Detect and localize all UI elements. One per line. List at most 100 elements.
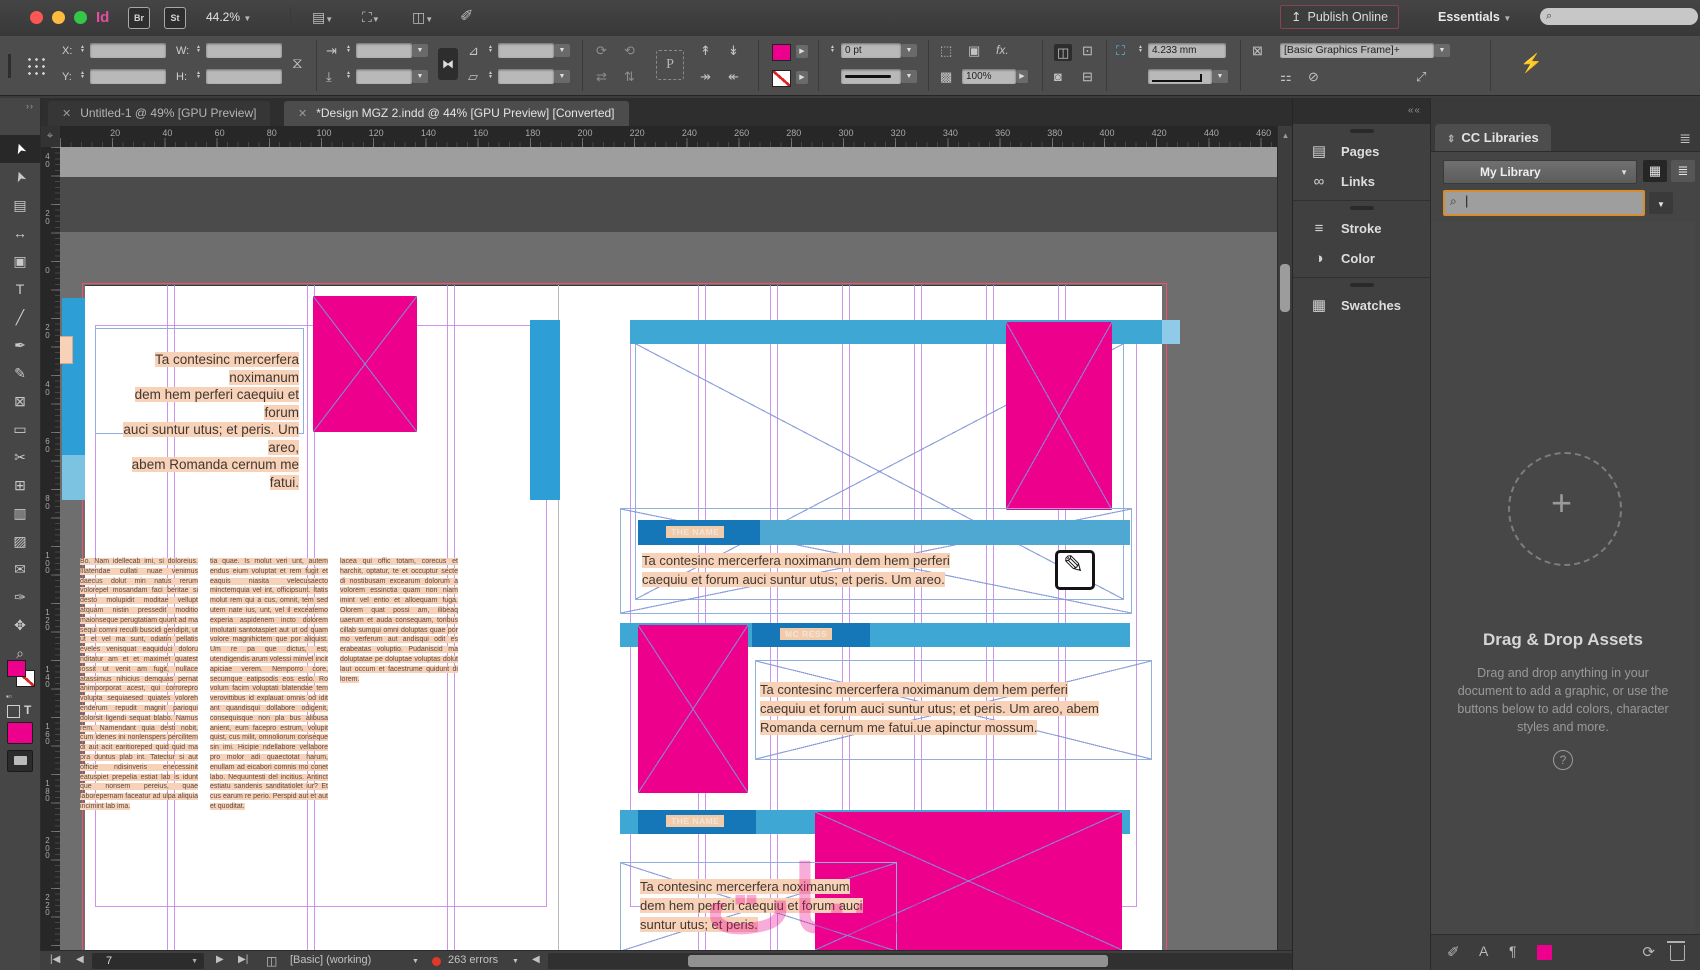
dock-item-links[interactable]: ∞Links <box>1293 166 1431 196</box>
close-icon[interactable]: ✕ <box>298 108 307 120</box>
pencil-tool[interactable]: ✎ <box>0 359 40 387</box>
maximize-window-button[interactable] <box>74 11 87 24</box>
object-effects-icon[interactable]: ▣ <box>968 44 980 57</box>
free-transform-tool[interactable]: ⊞ <box>0 471 40 499</box>
view-options-dropdown[interactable]: ▤▼ <box>312 10 333 24</box>
app-search-input[interactable]: ⌕ <box>1540 8 1698 25</box>
stroke-style-dropdown[interactable] <box>841 69 901 84</box>
effects-fx-icon[interactable]: fx. <box>996 44 1009 56</box>
fill-color-swatch[interactable] <box>772 44 791 61</box>
rectangle-tool[interactable]: ▭ <box>0 415 40 443</box>
panel-collapse-icon[interactable]: ⇕ <box>1447 134 1455 145</box>
rotate-ccw-icon[interactable]: ⟲ <box>624 44 635 57</box>
shear-stepper[interactable]: ▲▼ <box>486 69 495 86</box>
corner-shape-dropdown[interactable] <box>1148 69 1212 84</box>
flip-horizontal-icon[interactable]: ⇄ <box>596 70 607 83</box>
x-stepper[interactable]: ▲▼ <box>78 43 87 60</box>
screen-mode-button[interactable] <box>7 750 33 772</box>
eyedropper-tool[interactable]: ✑ <box>0 583 40 611</box>
shear-input[interactable] <box>498 69 554 84</box>
scale-y-dropdown[interactable]: ▼ <box>412 70 428 83</box>
cyan-sidebar-graphic-light[interactable] <box>62 455 85 500</box>
quick-apply-icon[interactable]: ⚡ <box>1520 54 1542 72</box>
shear-dropdown[interactable]: ▼ <box>554 70 570 83</box>
content-grabber-icon[interactable]: P <box>656 50 684 80</box>
cc-sync-icon[interactable]: ⟳ <box>1642 943 1655 961</box>
close-icon[interactable]: ✕ <box>62 108 71 120</box>
x-input[interactable] <box>90 43 166 58</box>
section1-name-bar-dark[interactable]: THE NAME <box>638 520 760 545</box>
close-window-button[interactable] <box>30 11 43 24</box>
scroll-left-arrow[interactable]: ◀ <box>532 954 540 965</box>
wrap-bounding-icon[interactable]: ⊡ <box>1082 44 1093 57</box>
ruler-origin[interactable]: ⌖ <box>40 126 61 148</box>
stroke-color-swatch[interactable] <box>772 70 791 87</box>
zoom-level-dropdown[interactable]: 44.2% ▼ <box>206 10 251 24</box>
dock-item-pages[interactable]: ▤Pages <box>1293 136 1431 166</box>
screen-mode-dropdown[interactable]: ⛶▼ <box>362 10 380 24</box>
stroke-color-dropdown[interactable]: ▶ <box>796 71 808 84</box>
fit-content-icon[interactable]: ↟ <box>700 44 711 57</box>
panel-options-icon[interactable]: ⤢ <box>1416 70 1426 83</box>
stroke-weight-input[interactable]: 0 pt <box>841 43 901 58</box>
body-text-column[interactable]: tia quae. Is molut veri unt, autem endus… <box>210 557 328 947</box>
cc-libraries-tab[interactable]: ⇕CC Libraries <box>1435 124 1551 151</box>
grid-view-button[interactable]: ▦ <box>1643 160 1667 182</box>
scale-x-input[interactable] <box>356 43 412 58</box>
document-tab-untitled[interactable]: ✕Untitled-1 @ 49% [GPU Preview] <box>48 101 270 126</box>
gpu-performance-icon[interactable]: ✐ <box>460 9 473 25</box>
image-placeholder-frame[interactable] <box>1006 322 1112 510</box>
search-scope-dropdown[interactable]: ▼ <box>1649 192 1673 214</box>
scissors-tool[interactable]: ✂ <box>0 443 40 471</box>
minimize-window-button[interactable] <box>52 11 65 24</box>
dock-item-color[interactable]: ◑Color <box>1293 243 1431 273</box>
drop-target-circle[interactable]: + <box>1508 452 1622 566</box>
default-fill-stroke-icon[interactable]: ▪▫ <box>6 692 12 701</box>
scale-y-stepper[interactable]: ▲▼ <box>344 69 353 86</box>
flip-vertical-icon[interactable]: ⇅ <box>624 70 635 83</box>
next-page-button[interactable]: ▶ <box>216 954 224 965</box>
first-page-button[interactable]: |◀ <box>50 954 60 965</box>
direct-selection-tool[interactable]: ➤ <box>0 163 40 191</box>
previous-page-button[interactable]: ◀ <box>76 954 84 965</box>
frame-tool[interactable]: ⊠ <box>0 387 40 415</box>
vertical-scrollbar[interactable]: ▲ <box>1277 126 1293 950</box>
edit-pencil-icon[interactable]: ✎ <box>1055 550 1095 590</box>
image-placeholder-frame[interactable] <box>638 625 748 793</box>
apply-color-button[interactable] <box>7 722 33 744</box>
add-paragraph-style-icon[interactable]: ¶ <box>1509 943 1517 959</box>
dock-item-stroke[interactable]: ≡Stroke <box>1293 213 1431 243</box>
reference-point-grid[interactable] <box>26 56 46 76</box>
gap-tool[interactable]: ↔ <box>0 219 40 247</box>
help-icon[interactable]: ? <box>1553 750 1573 770</box>
section3-name-bar-dark[interactable]: THE NAME <box>638 810 756 834</box>
panel-grip[interactable] <box>8 54 11 78</box>
page-number-field[interactable]: 7 ▼ <box>92 953 204 969</box>
corner-options-icon[interactable]: ⛶ <box>1116 44 1125 57</box>
clear-overrides-icon[interactable]: ⊘ <box>1308 70 1319 83</box>
corner-radius-input[interactable]: 4.233 mm <box>1148 43 1226 58</box>
publish-online-button[interactable]: ↥Publish Online <box>1280 5 1399 29</box>
stroke-weight-stepper[interactable]: ▲▼ <box>828 43 837 60</box>
add-fill-color-swatch[interactable] <box>1537 945 1552 960</box>
drop-shadow-icon[interactable]: ⬚ <box>940 44 952 57</box>
dock-grip[interactable] <box>1350 206 1374 210</box>
selection-tool[interactable]: ➤ <box>0 135 40 163</box>
scrollbar-thumb[interactable] <box>1280 264 1290 312</box>
last-page-button[interactable]: ▶| <box>238 954 248 965</box>
rotation-dropdown[interactable]: ▼ <box>554 44 570 57</box>
horizontal-scrollbar[interactable] <box>548 953 1292 969</box>
workspace-switcher[interactable]: Essentials ▼ <box>1438 10 1511 24</box>
stroke-weight-dropdown[interactable]: ▼ <box>901 44 917 57</box>
image-placeholder-frame[interactable] <box>313 296 417 432</box>
intro-text-frame[interactable]: Ta contesinc mercerfera noximanumdem hem… <box>95 328 304 434</box>
section2-name-bar-dark[interactable]: MC RESS <box>752 623 870 647</box>
pen-tool[interactable]: ✒ <box>0 331 40 359</box>
gradient-tool[interactable]: ▥ <box>0 499 40 527</box>
scale-x-dropdown[interactable]: ▼ <box>412 44 428 57</box>
stroke-style-arrow[interactable]: ▼ <box>901 70 917 83</box>
bridge-button[interactable]: Br <box>128 7 150 29</box>
wrap-object-icon[interactable]: ◙ <box>1054 70 1062 83</box>
section2-text[interactable]: Ta contesinc mercerfera noximanum dem he… <box>760 680 1150 737</box>
add-graphic-icon[interactable]: ✐ <box>1447 943 1460 961</box>
